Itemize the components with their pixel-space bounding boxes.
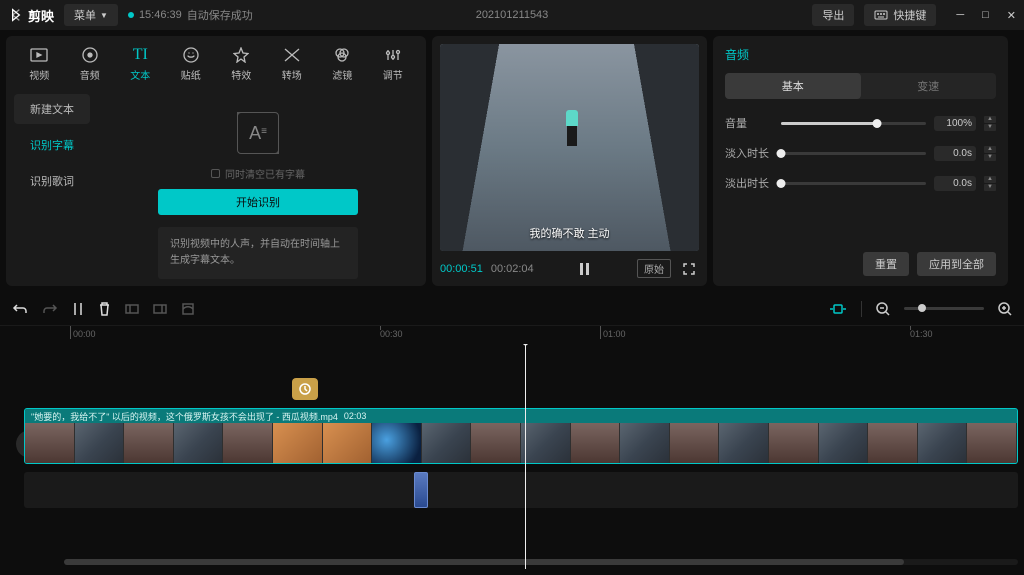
media-tabs: 视频 音频 TI文本 贴纸 特效 转场 滤镜 调节 (6, 36, 426, 86)
tab-video[interactable]: 视频 (14, 42, 65, 86)
fade-in-stepper[interactable]: ▲▼ (984, 146, 996, 161)
subtitle-panel: A≡ 同时清空已有字幕 开始识别 识别视频中的人声，并自动在时间轴上生成字幕文本… (98, 94, 418, 279)
total-time: 00:02:04 (491, 263, 534, 275)
fade-out-slider[interactable] (781, 182, 926, 185)
properties-title: 音频 (725, 46, 996, 63)
side-new-text[interactable]: 新建文本 (14, 94, 90, 124)
delete-button[interactable] (98, 302, 111, 316)
tool-a[interactable] (125, 303, 139, 315)
side-recognize-subtitle[interactable]: 识别字幕 (14, 130, 90, 160)
redo-button[interactable] (42, 302, 58, 316)
video-track-clip[interactable]: "她要的，我给不了" 以后的视频，这个俄罗斯女孩不会出现了 - 西瓜视频.mp4… (24, 408, 1018, 464)
project-title: 202101211543 (476, 9, 549, 21)
zoom-out-button[interactable] (876, 302, 890, 316)
tab-text[interactable]: TI文本 (115, 42, 166, 86)
tool-b[interactable] (153, 303, 167, 315)
reset-button[interactable]: 重置 (863, 252, 909, 276)
tab-transition[interactable]: 转场 (267, 42, 318, 86)
fade-in-row: 淡入时长 0.0s ▲▼ (725, 145, 996, 161)
playhead[interactable] (525, 344, 526, 569)
tab-adjust[interactable]: 调节 (368, 42, 419, 86)
fade-in-value[interactable]: 0.0s (934, 146, 976, 161)
zoom-slider[interactable] (904, 307, 984, 310)
tab-sticker[interactable]: 贴纸 (166, 42, 217, 86)
properties-tabs: 基本 变速 (725, 73, 996, 99)
timeline-marker[interactable] (292, 378, 318, 400)
volume-value[interactable]: 100% (934, 116, 976, 131)
title-bar: 剪映 菜单 ▼ 15:46:39自动保存成功 202101211543 导出 快… (0, 0, 1024, 30)
current-time: 00:00:51 (440, 263, 483, 275)
properties-panel: 音频 基本 变速 音量 100% ▲▼ 淡入时长 0.0s ▲▼ 淡出时长 0.… (713, 36, 1008, 286)
timeline-scrollbar[interactable] (64, 559, 1018, 565)
original-ratio-button[interactable]: 原始 (637, 259, 671, 278)
close-button[interactable]: ✕ (1007, 9, 1016, 22)
volume-row: 音量 100% ▲▼ (725, 115, 996, 131)
subtitle-icon: A≡ (237, 112, 279, 154)
minimize-button[interactable]: ─ (956, 9, 964, 22)
tab-effect[interactable]: 特效 (216, 42, 267, 86)
audio-track[interactable] (24, 472, 1018, 508)
tab-speed[interactable]: 变速 (861, 73, 997, 99)
volume-stepper[interactable]: ▲▼ (984, 116, 996, 131)
maximize-button[interactable]: □ (982, 9, 989, 22)
preview-viewport[interactable]: 我的确不敢 主动 (440, 44, 699, 251)
apply-all-button[interactable]: 应用到全部 (917, 252, 996, 276)
app-logo: 剪映 (8, 6, 54, 25)
undo-button[interactable] (12, 302, 28, 316)
play-pause-button[interactable] (576, 261, 594, 277)
preview-caption: 我的确不敢 主动 (440, 225, 699, 241)
fade-out-stepper[interactable]: ▲▼ (984, 176, 996, 191)
fade-out-row: 淡出时长 0.0s ▲▼ (725, 175, 996, 191)
tab-audio[interactable]: 音频 (65, 42, 116, 86)
fullscreen-button[interactable] (679, 261, 699, 277)
clear-existing-checkbox[interactable]: 同时清空已有字幕 (211, 166, 305, 181)
volume-slider[interactable] (781, 122, 926, 125)
fade-out-value[interactable]: 0.0s (934, 176, 976, 191)
subtitle-description: 识别视频中的人声，并自动在时间轴上生成字幕文本。 (158, 227, 358, 279)
timeline-ruler[interactable]: 00:00 00:30 01:00 01:30 (0, 326, 1024, 344)
tab-filter[interactable]: 滤镜 (317, 42, 368, 86)
tool-c[interactable] (181, 302, 195, 316)
autosave-status: 15:46:39自动保存成功 (128, 7, 253, 23)
text-side-menu: 新建文本 识别字幕 识别歌词 (14, 94, 90, 279)
timeline-tracks[interactable]: "她要的，我给不了" 以后的视频，这个俄罗斯女孩不会出现了 - 西瓜视频.mp4… (0, 344, 1024, 569)
timeline-toolbar (0, 292, 1024, 326)
snap-button[interactable] (829, 302, 847, 316)
side-recognize-lyrics[interactable]: 识别歌词 (14, 166, 90, 196)
fade-in-slider[interactable] (781, 152, 926, 155)
audio-clip[interactable] (414, 472, 428, 508)
hotkeys-button[interactable]: 快捷键 (864, 4, 936, 26)
export-button[interactable]: 导出 (812, 4, 854, 26)
tab-basic[interactable]: 基本 (725, 73, 861, 99)
timeline: 00:00 00:30 01:00 01:30 "她要的，我给不了" 以后的视频… (0, 292, 1024, 569)
split-button[interactable] (72, 302, 84, 316)
start-recognize-button[interactable]: 开始识别 (158, 189, 358, 215)
zoom-in-button[interactable] (998, 302, 1012, 316)
preview-panel: 我的确不敢 主动 00:00:51 00:02:04 原始 (432, 36, 707, 286)
media-panel: 视频 音频 TI文本 贴纸 特效 转场 滤镜 调节 新建文本 识别字幕 识别歌词… (6, 36, 426, 286)
menu-button[interactable]: 菜单 ▼ (64, 4, 118, 26)
